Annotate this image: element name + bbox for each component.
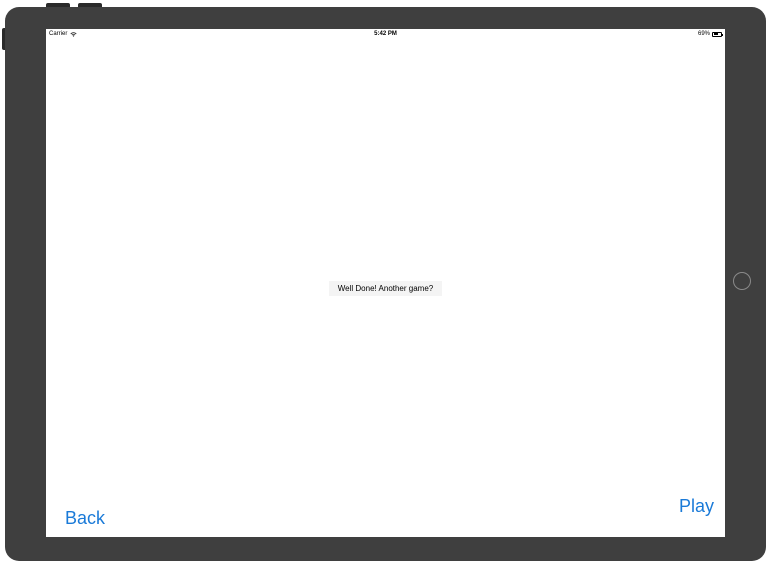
status-right: 69% xyxy=(697,31,723,37)
home-button[interactable] xyxy=(733,272,751,290)
game-over-message: Well Done! Another game? xyxy=(329,281,442,296)
app-screen: Carrier 5:42 PM 69% Well Done! Another g… xyxy=(46,29,725,537)
battery-level-fill xyxy=(713,33,719,35)
battery-percent: 69% xyxy=(697,31,710,37)
play-button[interactable]: Play xyxy=(679,497,714,515)
status-bar: Carrier 5:42 PM 69% xyxy=(46,29,725,40)
status-time: 5:42 PM xyxy=(374,31,397,37)
battery-nub xyxy=(722,33,723,36)
battery-icon xyxy=(712,31,723,37)
simulator-stage: Carrier 5:42 PM 69% Well Done! Another g… xyxy=(0,0,771,566)
back-button[interactable]: Back xyxy=(65,509,105,527)
